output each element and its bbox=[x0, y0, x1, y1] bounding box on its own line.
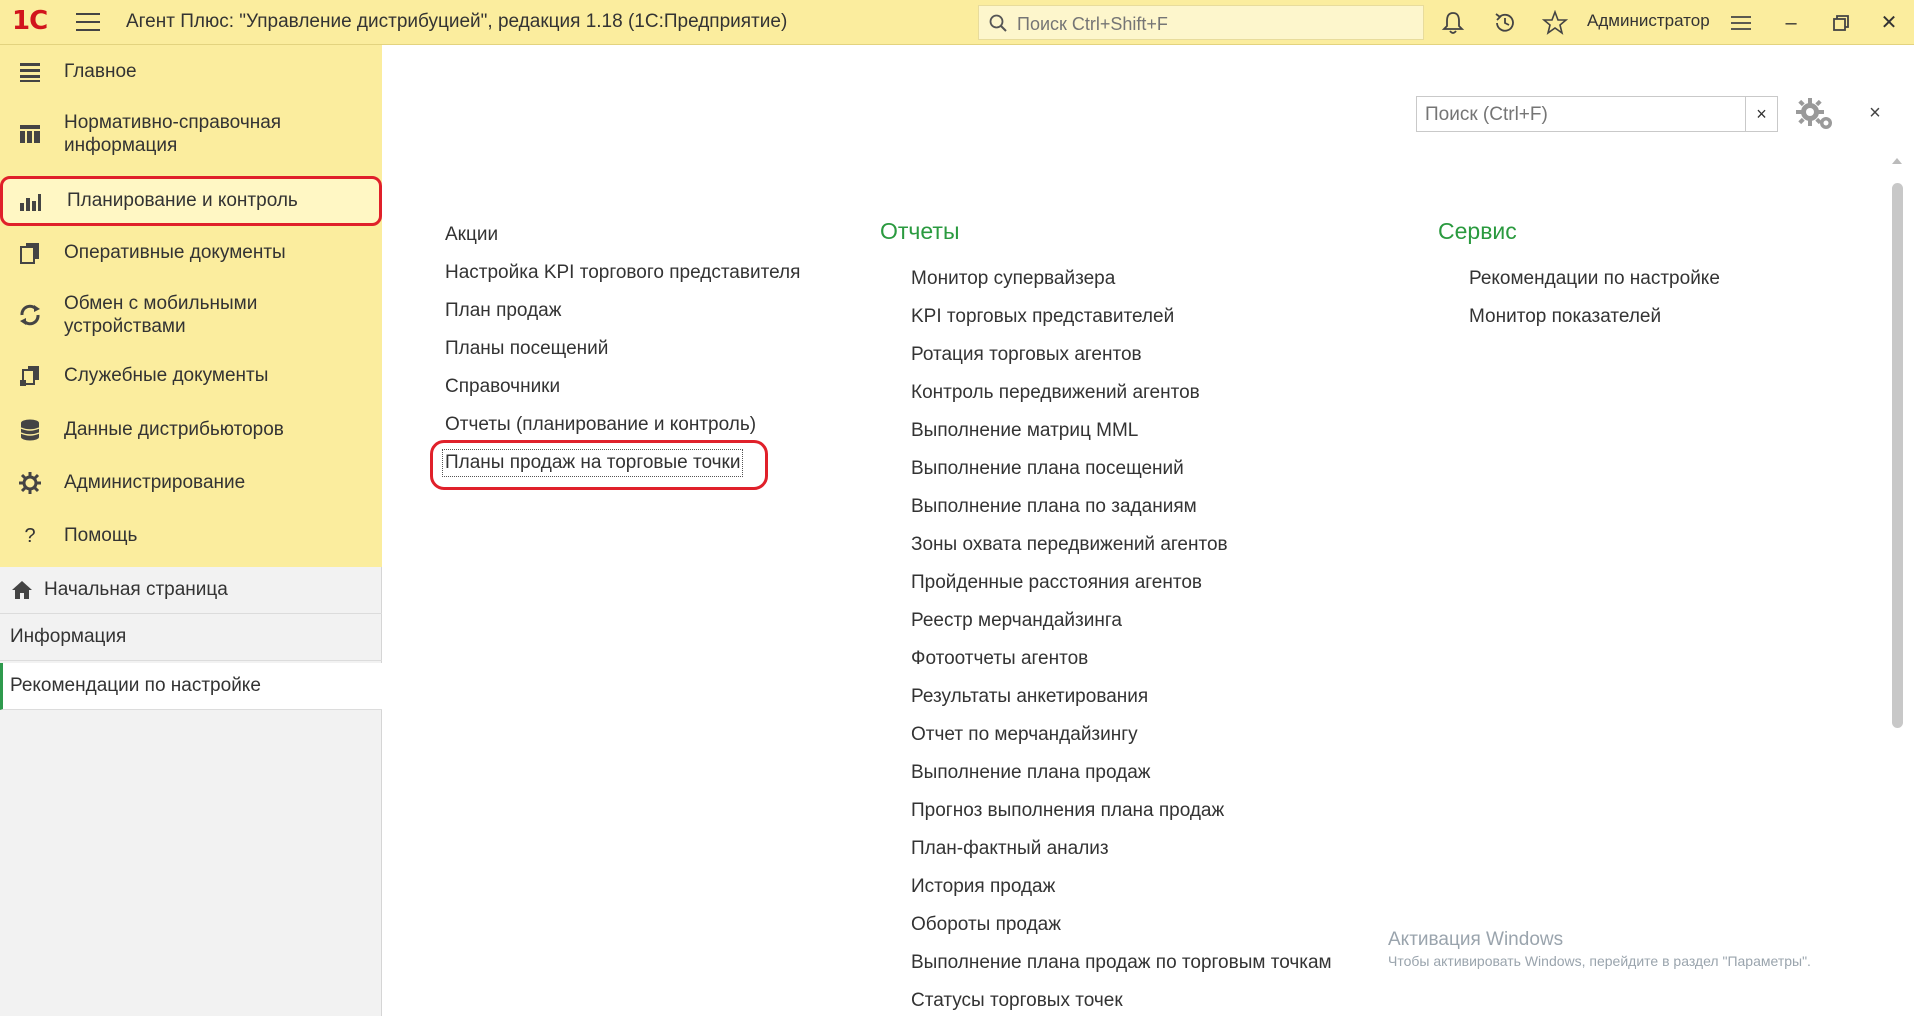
link-report[interactable]: Отчет по мерчандайзингу bbox=[911, 724, 1138, 746]
section-mobile-exchange[interactable]: Обмен с мобильными устройствами bbox=[0, 290, 382, 340]
settings-lines-icon[interactable] bbox=[1728, 10, 1754, 36]
link-catalogs[interactable]: Справочники bbox=[445, 376, 560, 398]
section-reference-info[interactable]: Нормативно-справочная информация bbox=[0, 109, 382, 159]
star-icon[interactable] bbox=[1542, 10, 1568, 36]
link-outlet-sales-plans[interactable]: Планы продаж на торговые точки bbox=[441, 449, 744, 477]
documents-icon bbox=[20, 243, 39, 264]
panel-search-input[interactable] bbox=[1423, 102, 1727, 128]
history-icon[interactable] bbox=[1492, 10, 1518, 36]
clear-search-button[interactable]: × bbox=[1746, 96, 1778, 132]
main-menu-icon[interactable] bbox=[76, 13, 100, 31]
window-title: Агент Плюс: "Управление дистрибуцией", р… bbox=[126, 11, 788, 32]
section-help[interactable]: ? Помощь bbox=[0, 517, 382, 555]
bar-chart-icon bbox=[20, 194, 41, 211]
history-information[interactable]: Информация bbox=[0, 614, 382, 661]
section-main[interactable]: Главное bbox=[0, 53, 382, 91]
history-label: Рекомендации по настройке bbox=[10, 675, 261, 696]
link-report[interactable]: Выполнение плана по заданиям bbox=[911, 496, 1197, 518]
grid-table-icon bbox=[20, 125, 40, 143]
sections-panel: Главное Нормативно-справочная информация… bbox=[0, 45, 382, 567]
sections-sidebar: Главное Нормативно-справочная информация… bbox=[0, 45, 382, 1016]
link-report[interactable]: Прогноз выполнения плана продаж bbox=[911, 800, 1224, 822]
link-planning-reports[interactable]: Отчеты (планирование и контроль) bbox=[445, 414, 756, 436]
search-icon bbox=[989, 14, 1007, 32]
home-icon bbox=[12, 581, 32, 599]
link-report[interactable]: Статусы торговых точек bbox=[911, 990, 1123, 1012]
link-report[interactable]: Выполнение плана посещений bbox=[911, 458, 1184, 480]
section-label: Служебные документы bbox=[64, 365, 269, 386]
history-label: Начальная страница bbox=[44, 579, 228, 600]
link-report[interactable]: Зоны охвата передвижений агентов bbox=[911, 534, 1228, 556]
section-label: Оперативные документы bbox=[64, 242, 286, 263]
question-icon: ? bbox=[24, 525, 36, 547]
windows-activation-subtitle: Чтобы активировать Windows, перейдите в … bbox=[1388, 953, 1811, 969]
link-report[interactable]: Результаты анкетирования bbox=[911, 686, 1148, 708]
section-administration[interactable]: Администрирование bbox=[0, 464, 382, 502]
history-setup-recommendations[interactable]: Рекомендации по настройке bbox=[0, 663, 382, 710]
link-service[interactable]: Рекомендации по настройке bbox=[1469, 268, 1720, 290]
section-label: Нормативно-справочная информация bbox=[64, 112, 282, 156]
database-icon bbox=[20, 419, 40, 441]
section-panel: × × Акции Настройка KPI торгового предст… bbox=[383, 45, 1914, 1016]
global-search-input[interactable] bbox=[1015, 11, 1419, 37]
link-report[interactable]: Выполнение плана продаж bbox=[911, 762, 1151, 784]
panel-search-box[interactable] bbox=[1416, 96, 1746, 132]
section-planning-control[interactable]: Планирование и контроль bbox=[0, 176, 382, 226]
section-label: Администрирование bbox=[64, 472, 246, 493]
gear-icon bbox=[19, 472, 41, 494]
link-promotions[interactable]: Акции bbox=[445, 224, 498, 246]
current-user[interactable]: Администратор bbox=[1587, 11, 1710, 31]
link-sales-plan[interactable]: План продаж bbox=[445, 300, 561, 322]
section-label: Обмен с мобильными устройствами bbox=[64, 293, 258, 337]
link-visit-plans[interactable]: Планы посещений bbox=[445, 338, 608, 360]
service-heading: Сервис bbox=[1438, 218, 1517, 244]
panel-settings-gear-icon[interactable] bbox=[1793, 95, 1837, 133]
minimize-icon[interactable]: – bbox=[1778, 10, 1804, 36]
history-label: Информация bbox=[10, 626, 127, 647]
section-label: Главное bbox=[64, 61, 137, 82]
service-docs-icon bbox=[20, 366, 39, 386]
bell-icon[interactable] bbox=[1440, 10, 1466, 36]
menu-lines-icon bbox=[20, 63, 40, 82]
global-search-box[interactable] bbox=[978, 5, 1424, 40]
sync-icon bbox=[20, 304, 40, 326]
section-operational-docs[interactable]: Оперативные документы bbox=[0, 234, 382, 272]
windows-activation-title: Активация Windows bbox=[1388, 929, 1564, 950]
link-report[interactable]: KPI торговых представителей bbox=[911, 306, 1174, 328]
link-report[interactable]: Обороты продаж bbox=[911, 914, 1061, 936]
restore-icon[interactable] bbox=[1828, 10, 1854, 36]
link-report[interactable]: Выполнение плана продаж по торговым точк… bbox=[911, 952, 1332, 974]
link-report[interactable]: Реестр мерчандайзинга bbox=[911, 610, 1122, 632]
link-report[interactable]: Выполнение матриц MML bbox=[911, 420, 1138, 442]
link-report[interactable]: Фотоотчеты агентов bbox=[911, 648, 1088, 670]
title-bar: 1С Агент Плюс: "Управление дистрибуцией"… bbox=[0, 0, 1914, 45]
close-panel-button[interactable]: × bbox=[1861, 97, 1889, 129]
link-report[interactable]: Пройденные расстояния агентов bbox=[911, 572, 1202, 594]
history-home[interactable]: Начальная страница bbox=[0, 567, 382, 614]
close-window-icon[interactable]: ✕ bbox=[1876, 10, 1902, 36]
link-service[interactable]: Монитор показателей bbox=[1469, 306, 1661, 328]
section-label: Данные дистрибьюторов bbox=[64, 419, 284, 440]
link-report[interactable]: Ротация торговых агентов bbox=[911, 344, 1142, 366]
link-kpi-setup[interactable]: Настройка KPI торгового представителя bbox=[445, 262, 800, 284]
section-label: Помощь bbox=[64, 525, 138, 546]
link-report[interactable]: План-фактный анализ bbox=[911, 838, 1109, 860]
link-report[interactable]: История продаж bbox=[911, 876, 1055, 898]
section-service-docs[interactable]: Служебные документы bbox=[0, 357, 382, 395]
app-logo[interactable]: 1С bbox=[12, 6, 48, 36]
scrollbar-thumb[interactable] bbox=[1892, 183, 1903, 728]
section-distributor-data[interactable]: Данные дистрибьюторов bbox=[0, 411, 382, 449]
link-report[interactable]: Контроль передвижений агентов bbox=[911, 382, 1200, 404]
reports-heading: Отчеты bbox=[880, 218, 960, 244]
section-label: Планирование и контроль bbox=[67, 190, 298, 211]
link-report[interactable]: Монитор супервайзера bbox=[911, 268, 1115, 290]
scroll-up-arrow-icon[interactable] bbox=[1892, 158, 1902, 164]
